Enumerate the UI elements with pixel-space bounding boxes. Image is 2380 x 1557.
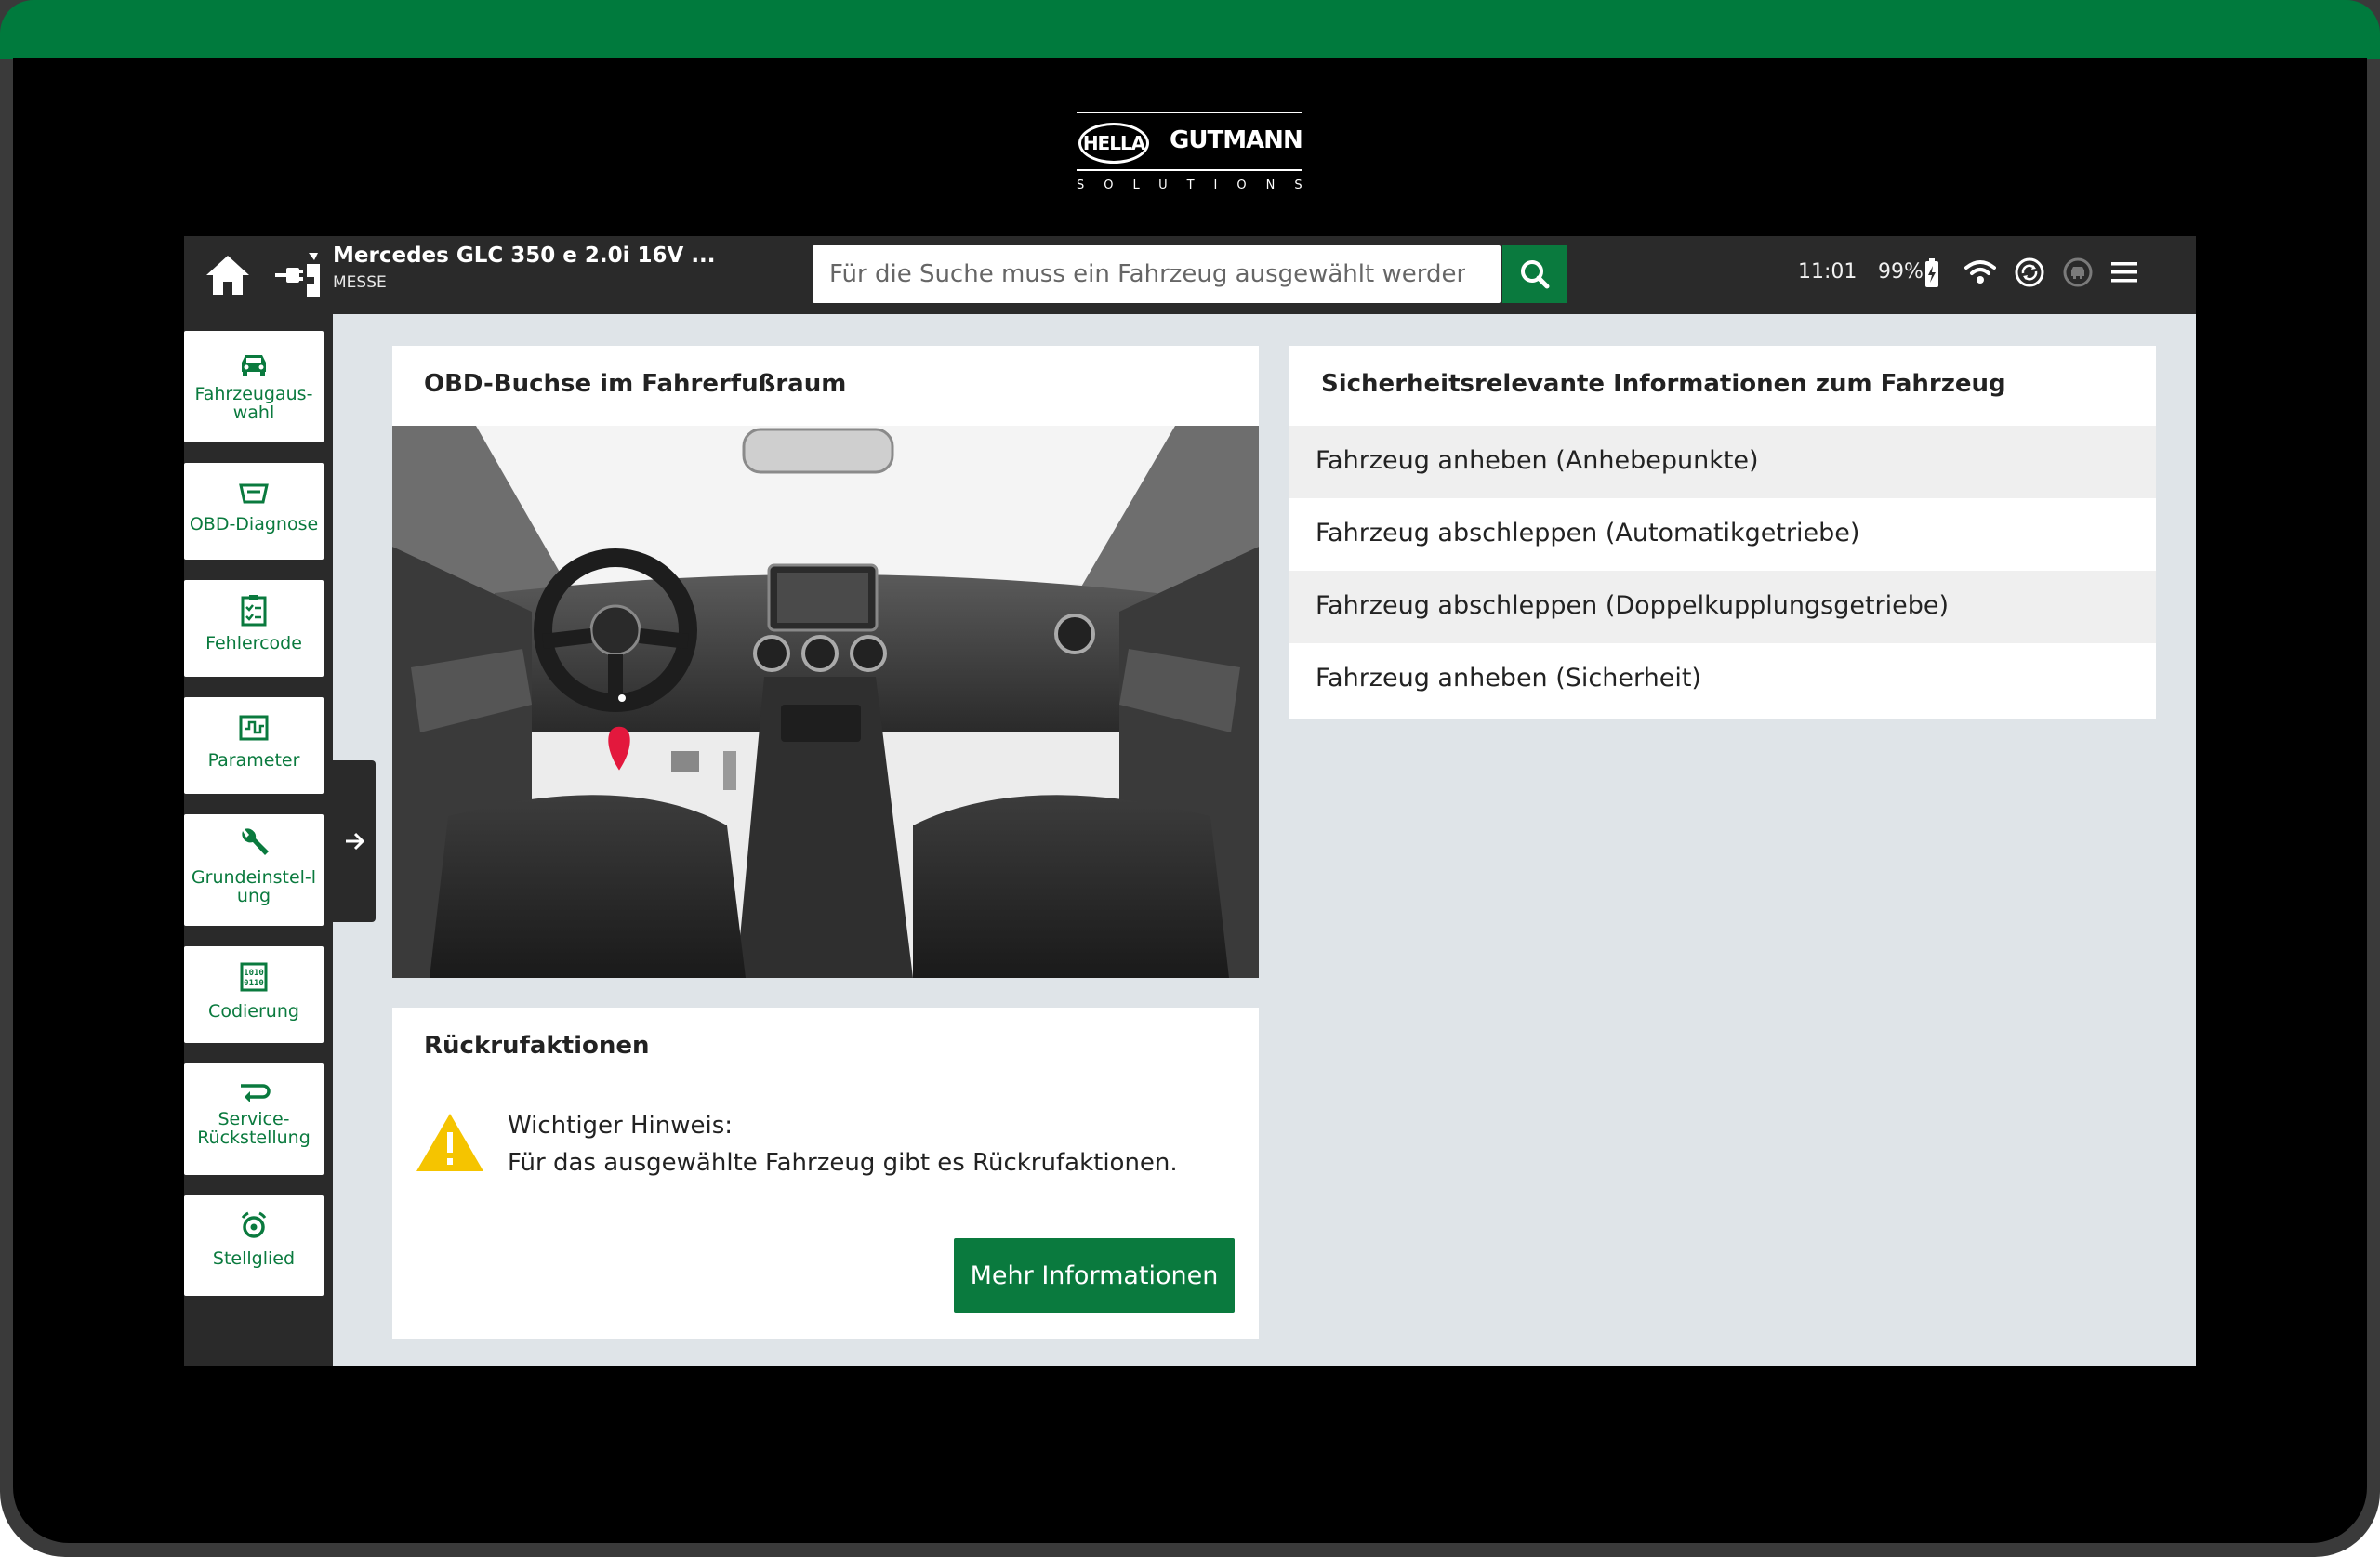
sync-icon[interactable] — [2014, 257, 2045, 288]
logo-rule — [1077, 169, 1302, 171]
sidebar-label: Grundeinstel-lung — [191, 867, 317, 906]
sidebar-label: Fehlercode — [205, 633, 302, 653]
safety-item-label: Fahrzeug anheben (Anhebepunkte) — [1316, 446, 1759, 475]
safety-item-label: Fahrzeug abschleppen (Automatikgetriebe) — [1316, 519, 1860, 548]
obd-plug-icon[interactable] — [273, 251, 324, 299]
tablet-green-edge — [0, 0, 2380, 59]
sidebar-label: Stellglied — [212, 1248, 296, 1269]
obd-card-title: OBD-Buchse im Fahrerfußraum — [424, 370, 847, 398]
menu-icon[interactable] — [2110, 260, 2138, 284]
sidebar-item-grundeinstellung[interactable]: Grundeinstel-lung — [184, 814, 324, 926]
battery-icon — [1925, 258, 1938, 287]
recall-card-title: Rückrufaktionen — [424, 1032, 650, 1060]
actuator-icon — [241, 1211, 267, 1238]
car-status-icon[interactable] — [2062, 257, 2094, 288]
car-interior-illustration — [392, 426, 1259, 978]
safety-card-title: Sicherheitsrelevante Informationen zum F… — [1321, 370, 2006, 398]
wrench-icon — [242, 828, 269, 855]
recall-card: Rückrufaktionen Wichtiger Hinweis: Für d… — [392, 1008, 1259, 1339]
logo-rule — [1077, 112, 1302, 113]
app-screen: Mercedes GLC 350 e 2.0i 16V ... MESSE 11… — [184, 236, 2196, 1366]
hella-logo-text: HELLA — [1078, 123, 1149, 164]
safety-info-card: Sicherheitsrelevante Informationen zum F… — [1289, 346, 2156, 719]
recall-notice-title: Wichtiger Hinweis: — [508, 1112, 734, 1140]
warning-icon — [416, 1114, 483, 1171]
battery-percent: 99% — [1878, 260, 1924, 284]
search-box — [813, 245, 1501, 303]
top-bar: Mercedes GLC 350 e 2.0i 16V ... MESSE 11… — [184, 236, 2196, 314]
obd-location-card: OBD-Buchse im Fahrerfußraum — [392, 346, 1259, 978]
sidebar-label: Fahrzeugaus-wahl — [194, 384, 313, 423]
safety-list-item[interactable]: Fahrzeug abschleppen (Doppelkupplungsget… — [1289, 571, 2156, 643]
safety-list-item[interactable]: Fahrzeug anheben (Sicherheit) — [1289, 643, 2156, 716]
sidebar-item-stellglied[interactable]: Stellglied — [184, 1195, 324, 1296]
sidebar-item-obd-diagnose[interactable]: OBD-Diagnose — [184, 463, 324, 560]
sidebar-item-codierung[interactable]: 1010 0110 Codierung — [184, 946, 324, 1043]
search-icon — [1521, 260, 1550, 289]
search-input[interactable] — [813, 245, 1482, 303]
search-button[interactable] — [1502, 245, 1567, 303]
vehicle-title[interactable]: Mercedes GLC 350 e 2.0i 16V ... — [333, 244, 716, 268]
obd-icon — [239, 483, 269, 504]
parameter-icon — [239, 715, 269, 741]
checklist-icon — [241, 595, 267, 627]
more-info-button[interactable]: Mehr Informationen — [954, 1238, 1235, 1313]
hella-gutmann-logo: HELLA GUTMANN SOLUTIONS — [1077, 110, 1322, 197]
sidebar-label: Parameter — [207, 750, 300, 771]
recall-notice-text: Für das ausgewählte Fahrzeug gibt es Rüc… — [508, 1149, 1178, 1177]
vehicle-subtitle: MESSE — [333, 273, 387, 292]
sidebar-label: Service-Rückstellung — [197, 1109, 311, 1148]
car-interior-image — [392, 426, 1259, 978]
clock: 11:01 — [1798, 260, 1858, 284]
safety-list-item[interactable]: Fahrzeug anheben (Anhebepunkte) — [1289, 426, 2156, 498]
binary-icon: 1010 0110 — [240, 962, 268, 992]
gutmann-logo-text: GUTMANN — [1170, 126, 1303, 154]
car-icon — [242, 355, 266, 376]
arrow-right-icon — [346, 832, 365, 851]
sidebar-expand-button[interactable] — [333, 760, 376, 922]
safety-item-label: Fahrzeug abschleppen (Doppelkupplungsget… — [1316, 591, 1950, 620]
solutions-logo-text: SOLUTIONS — [1077, 178, 1322, 192]
sidebar-item-vehicle-select[interactable]: Fahrzeugaus-wahl — [184, 331, 324, 442]
safety-list-item[interactable]: Fahrzeug abschleppen (Automatikgetriebe) — [1289, 498, 2156, 571]
home-icon[interactable] — [205, 253, 251, 297]
service-reset-icon — [241, 1084, 271, 1102]
wifi-icon[interactable] — [1964, 258, 1996, 286]
sidebar-item-service-reset[interactable]: Service-Rückstellung — [184, 1063, 324, 1175]
sidebar-item-parameter[interactable]: Parameter — [184, 697, 324, 794]
svg-text:1010: 1010 — [244, 969, 264, 978]
safety-item-label: Fahrzeug anheben (Sicherheit) — [1316, 664, 1701, 693]
svg-text:0110: 0110 — [244, 979, 264, 988]
sidebar-item-fehlercode[interactable]: Fehlercode — [184, 580, 324, 677]
sidebar: Fahrzeugaus-wahl OBD-Diagnose Fehlercode — [184, 314, 333, 1366]
sidebar-label: Codierung — [208, 1001, 299, 1022]
sidebar-label: OBD-Diagnose — [189, 514, 319, 534]
